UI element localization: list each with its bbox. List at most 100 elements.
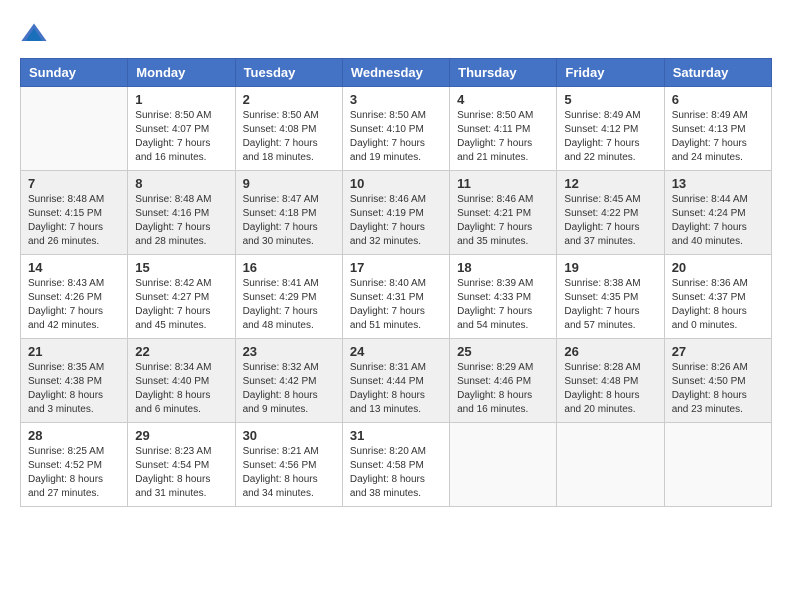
sunset: Sunset: 4:21 PM: [457, 208, 531, 219]
calendar-cell: 9 Sunrise: 8:47 AM Sunset: 4:18 PM Dayli…: [235, 171, 342, 255]
daylight: Daylight: 7 hours and 24 minutes.: [672, 138, 747, 163]
sunset: Sunset: 4:29 PM: [243, 292, 317, 303]
daylight: Daylight: 8 hours and 20 minutes.: [564, 390, 639, 415]
day-info: Sunrise: 8:45 AM Sunset: 4:22 PM Dayligh…: [564, 193, 656, 249]
daylight: Daylight: 8 hours and 27 minutes.: [28, 474, 103, 499]
day-number: 17: [350, 260, 442, 275]
day-number: 13: [672, 176, 764, 191]
sunrise: Sunrise: 8:48 AM: [135, 194, 211, 205]
day-number: 22: [135, 344, 227, 359]
daylight: Daylight: 7 hours and 51 minutes.: [350, 306, 425, 331]
sunset: Sunset: 4:44 PM: [350, 376, 424, 387]
calendar-cell: 29 Sunrise: 8:23 AM Sunset: 4:54 PM Dayl…: [128, 423, 235, 507]
header-day-friday: Friday: [557, 59, 664, 87]
day-number: 28: [28, 428, 120, 443]
calendar-cell: 7 Sunrise: 8:48 AM Sunset: 4:15 PM Dayli…: [21, 171, 128, 255]
calendar-cell: 17 Sunrise: 8:40 AM Sunset: 4:31 PM Dayl…: [342, 255, 449, 339]
day-info: Sunrise: 8:48 AM Sunset: 4:16 PM Dayligh…: [135, 193, 227, 249]
calendar-week-1: 1 Sunrise: 8:50 AM Sunset: 4:07 PM Dayli…: [21, 87, 772, 171]
day-info: Sunrise: 8:20 AM Sunset: 4:58 PM Dayligh…: [350, 445, 442, 501]
sunset: Sunset: 4:16 PM: [135, 208, 209, 219]
day-number: 19: [564, 260, 656, 275]
sunset: Sunset: 4:40 PM: [135, 376, 209, 387]
sunset: Sunset: 4:22 PM: [564, 208, 638, 219]
calendar-cell: [450, 423, 557, 507]
calendar-cell: 28 Sunrise: 8:25 AM Sunset: 4:52 PM Dayl…: [21, 423, 128, 507]
day-number: 8: [135, 176, 227, 191]
daylight: Daylight: 7 hours and 57 minutes.: [564, 306, 639, 331]
calendar-cell: 27 Sunrise: 8:26 AM Sunset: 4:50 PM Dayl…: [664, 339, 771, 423]
sunrise: Sunrise: 8:28 AM: [564, 362, 640, 373]
day-info: Sunrise: 8:44 AM Sunset: 4:24 PM Dayligh…: [672, 193, 764, 249]
day-number: 15: [135, 260, 227, 275]
day-number: 31: [350, 428, 442, 443]
day-number: 29: [135, 428, 227, 443]
day-number: 25: [457, 344, 549, 359]
day-number: 10: [350, 176, 442, 191]
sunset: Sunset: 4:15 PM: [28, 208, 102, 219]
day-number: 4: [457, 92, 549, 107]
calendar-cell: [21, 87, 128, 171]
day-number: 2: [243, 92, 335, 107]
calendar-cell: 21 Sunrise: 8:35 AM Sunset: 4:38 PM Dayl…: [21, 339, 128, 423]
day-number: 24: [350, 344, 442, 359]
logo: [20, 20, 52, 48]
daylight: Daylight: 7 hours and 42 minutes.: [28, 306, 103, 331]
day-info: Sunrise: 8:23 AM Sunset: 4:54 PM Dayligh…: [135, 445, 227, 501]
sunrise: Sunrise: 8:50 AM: [457, 110, 533, 121]
daylight: Daylight: 7 hours and 37 minutes.: [564, 222, 639, 247]
calendar-cell: 30 Sunrise: 8:21 AM Sunset: 4:56 PM Dayl…: [235, 423, 342, 507]
daylight: Daylight: 7 hours and 26 minutes.: [28, 222, 103, 247]
day-info: Sunrise: 8:48 AM Sunset: 4:15 PM Dayligh…: [28, 193, 120, 249]
day-number: 5: [564, 92, 656, 107]
sunset: Sunset: 4:50 PM: [672, 376, 746, 387]
sunrise: Sunrise: 8:39 AM: [457, 278, 533, 289]
sunrise: Sunrise: 8:45 AM: [564, 194, 640, 205]
day-number: 6: [672, 92, 764, 107]
day-info: Sunrise: 8:21 AM Sunset: 4:56 PM Dayligh…: [243, 445, 335, 501]
sunset: Sunset: 4:19 PM: [350, 208, 424, 219]
sunrise: Sunrise: 8:46 AM: [457, 194, 533, 205]
sunset: Sunset: 4:12 PM: [564, 124, 638, 135]
daylight: Daylight: 7 hours and 30 minutes.: [243, 222, 318, 247]
sunrise: Sunrise: 8:46 AM: [350, 194, 426, 205]
calendar-cell: 5 Sunrise: 8:49 AM Sunset: 4:12 PM Dayli…: [557, 87, 664, 171]
sunrise: Sunrise: 8:23 AM: [135, 446, 211, 457]
header-day-tuesday: Tuesday: [235, 59, 342, 87]
daylight: Daylight: 8 hours and 6 minutes.: [135, 390, 210, 415]
daylight: Daylight: 8 hours and 9 minutes.: [243, 390, 318, 415]
day-info: Sunrise: 8:43 AM Sunset: 4:26 PM Dayligh…: [28, 277, 120, 333]
sunrise: Sunrise: 8:29 AM: [457, 362, 533, 373]
day-number: 1: [135, 92, 227, 107]
day-info: Sunrise: 8:25 AM Sunset: 4:52 PM Dayligh…: [28, 445, 120, 501]
calendar-cell: 16 Sunrise: 8:41 AM Sunset: 4:29 PM Dayl…: [235, 255, 342, 339]
daylight: Daylight: 7 hours and 28 minutes.: [135, 222, 210, 247]
daylight: Daylight: 7 hours and 22 minutes.: [564, 138, 639, 163]
daylight: Daylight: 8 hours and 38 minutes.: [350, 474, 425, 499]
daylight: Daylight: 8 hours and 23 minutes.: [672, 390, 747, 415]
daylight: Daylight: 8 hours and 16 minutes.: [457, 390, 532, 415]
sunset: Sunset: 4:18 PM: [243, 208, 317, 219]
header-day-thursday: Thursday: [450, 59, 557, 87]
day-number: 12: [564, 176, 656, 191]
sunrise: Sunrise: 8:43 AM: [28, 278, 104, 289]
day-info: Sunrise: 8:50 AM Sunset: 4:10 PM Dayligh…: [350, 109, 442, 165]
sunset: Sunset: 4:56 PM: [243, 460, 317, 471]
calendar-cell: 26 Sunrise: 8:28 AM Sunset: 4:48 PM Dayl…: [557, 339, 664, 423]
day-number: 18: [457, 260, 549, 275]
day-number: 30: [243, 428, 335, 443]
day-number: 20: [672, 260, 764, 275]
sunset: Sunset: 4:24 PM: [672, 208, 746, 219]
day-number: 14: [28, 260, 120, 275]
day-number: 27: [672, 344, 764, 359]
day-number: 16: [243, 260, 335, 275]
sunrise: Sunrise: 8:31 AM: [350, 362, 426, 373]
sunrise: Sunrise: 8:34 AM: [135, 362, 211, 373]
daylight: Daylight: 8 hours and 3 minutes.: [28, 390, 103, 415]
calendar-table: SundayMondayTuesdayWednesdayThursdayFrid…: [20, 58, 772, 507]
calendar-week-5: 28 Sunrise: 8:25 AM Sunset: 4:52 PM Dayl…: [21, 423, 772, 507]
daylight: Daylight: 8 hours and 0 minutes.: [672, 306, 747, 331]
sunset: Sunset: 4:31 PM: [350, 292, 424, 303]
sunset: Sunset: 4:42 PM: [243, 376, 317, 387]
day-number: 3: [350, 92, 442, 107]
